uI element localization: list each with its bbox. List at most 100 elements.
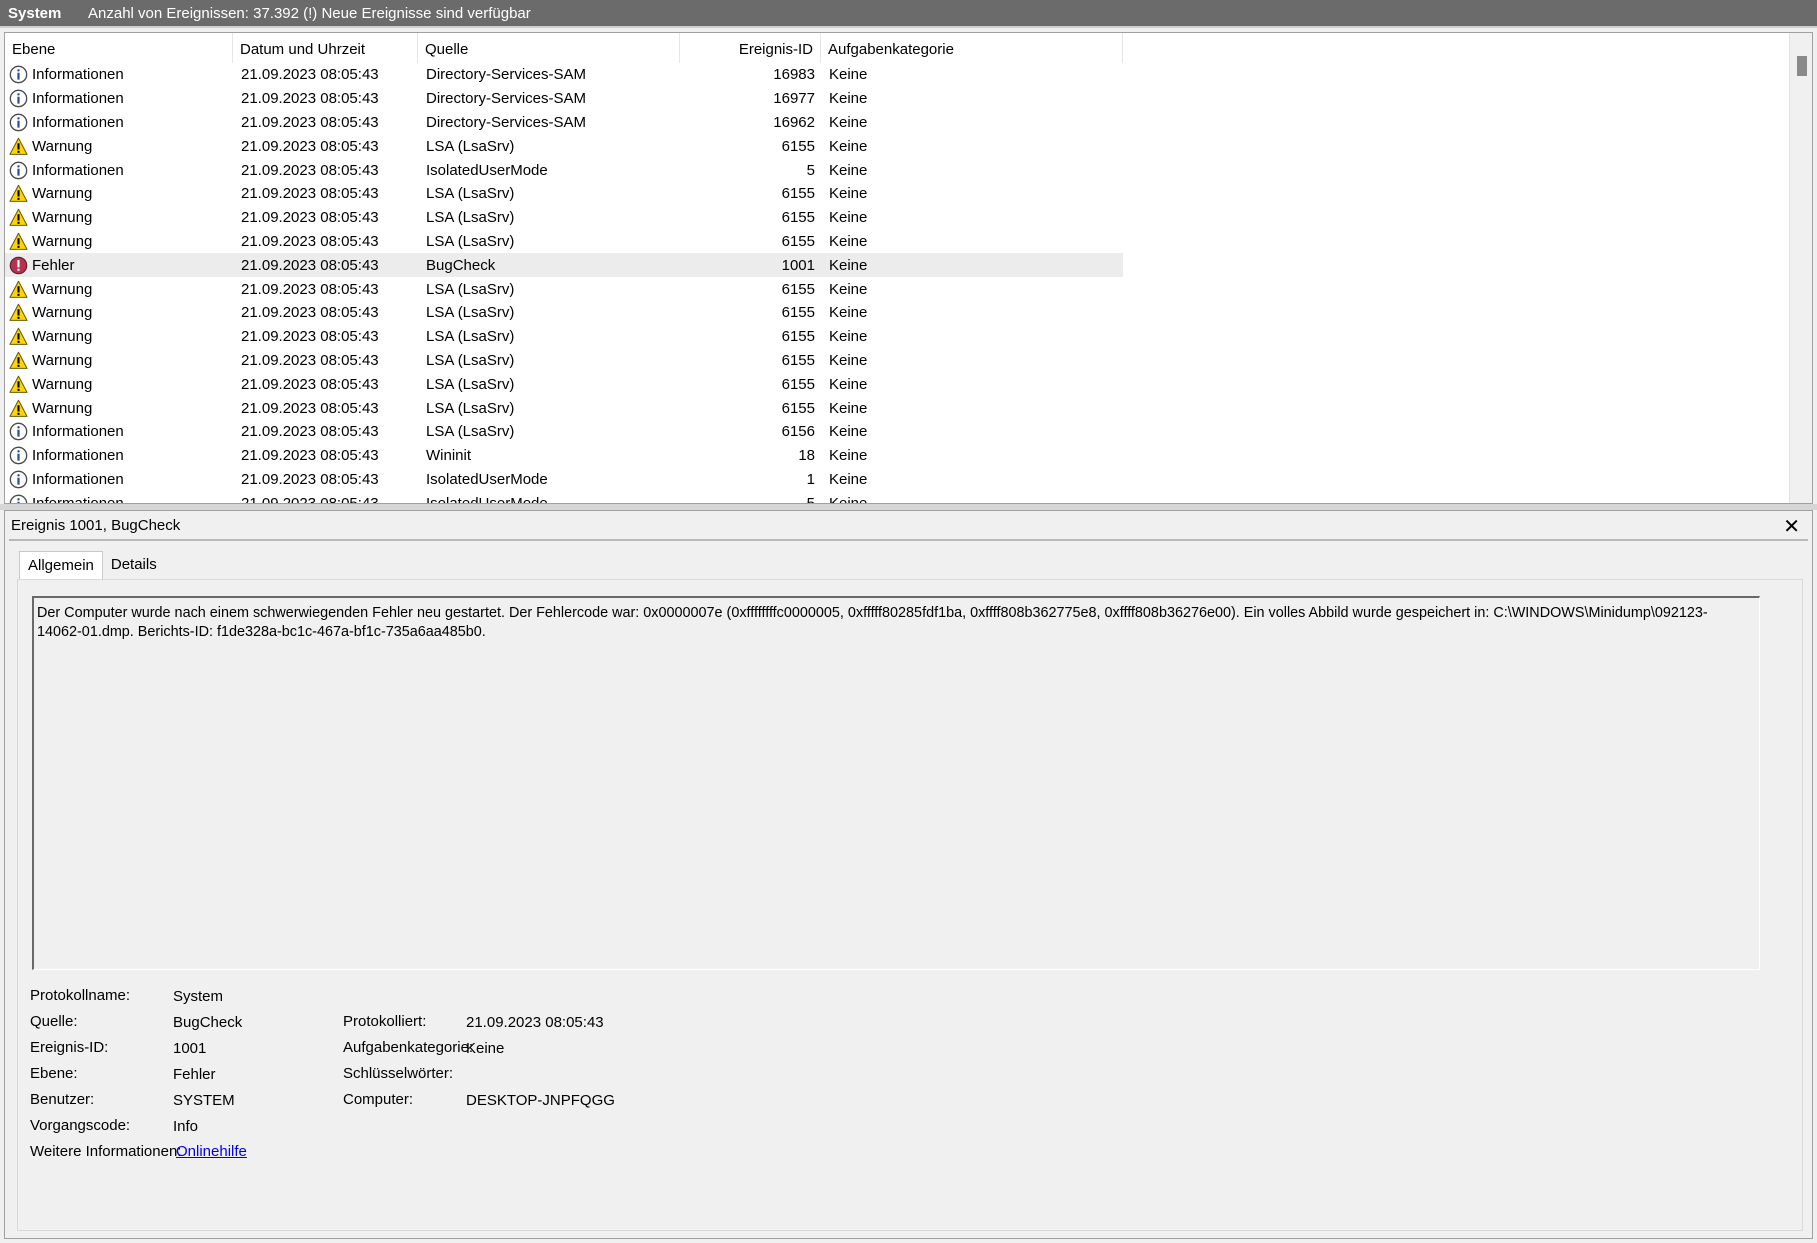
table-row[interactable]: Informationen 21.09.2023 08:05:43 Director… — [5, 87, 1123, 111]
cell-source: IsolatedUserMode — [426, 494, 548, 504]
cell-category: Keine — [829, 304, 868, 322]
cell-level: Informationen — [5, 113, 233, 132]
column-header-category[interactable]: Aufgabenkategorie — [821, 33, 1123, 63]
cell-source: IsolatedUserMode — [426, 470, 548, 488]
warning-icon — [9, 184, 28, 203]
column-header-level[interactable]: Ebene — [5, 33, 233, 63]
cell-source: LSA (LsaSrv) — [426, 423, 515, 441]
info-icon — [9, 161, 28, 180]
cell-level: Informationen — [5, 161, 233, 180]
cell-level-text: Warnung — [32, 280, 93, 298]
table-row[interactable]: Informationen 21.09.2023 08:05:43 Director… — [5, 111, 1123, 135]
label-source: Quelle: — [30, 1013, 78, 1030]
table-row[interactable]: Warnung 21.09.2023 08:05:43 LSA (LsaSrv) 61… — [5, 301, 1123, 325]
cell-level: Warnung — [5, 184, 233, 203]
cell-source: Wininit — [426, 447, 472, 465]
value-computer: DESKTOP-JNPFQGG — [466, 1092, 615, 1109]
cell-category: Keine — [829, 494, 868, 504]
event-message-box[interactable]: Der Computer wurde nach einem schwerwieg… — [32, 596, 1760, 970]
cell-category: Keine — [829, 113, 868, 131]
cell-level: Warnung — [5, 280, 233, 299]
cell-source: LSA (LsaSrv) — [426, 399, 515, 417]
table-row[interactable]: Informationen 21.09.2023 08:05:43 LSA (Lsa… — [5, 420, 1123, 444]
detail-title: Ereignis 1001, BugCheck — [11, 517, 181, 534]
table-row[interactable]: Warnung 21.09.2023 08:05:43 LSA (LsaSrv) 61… — [5, 182, 1123, 206]
close-icon[interactable]: ✕ — [1783, 514, 1800, 539]
cell-category: Keine — [829, 470, 868, 488]
table-row[interactable]: Informationen 21.09.2023 08:05:43 Wininit 1… — [5, 444, 1123, 468]
online-help-link[interactable]: Onlinehilfe — [176, 1143, 247, 1160]
table-row[interactable]: Informationen 21.09.2023 08:05:43 Director… — [5, 63, 1123, 87]
cell-datetime: 21.09.2023 08:05:43 — [241, 66, 379, 84]
table-row[interactable]: Warnung 21.09.2023 08:05:43 LSA (LsaSrv) 61… — [5, 230, 1123, 254]
info-icon — [9, 89, 28, 108]
cell-category: Keine — [829, 209, 868, 227]
cell-source: LSA (LsaSrv) — [426, 137, 515, 155]
cell-datetime: 21.09.2023 08:05:43 — [241, 185, 379, 203]
table-row[interactable]: Warnung 21.09.2023 08:05:43 LSA (LsaSrv) 61… — [5, 396, 1123, 420]
cell-source: LSA (LsaSrv) — [426, 209, 515, 227]
cell-level-text: Warnung — [32, 185, 93, 203]
cell-level: Warnung — [5, 208, 233, 227]
value-log-name: System — [173, 988, 224, 1005]
cell-event-id: 6155 — [781, 209, 815, 227]
cell-level-text: Informationen — [32, 90, 124, 108]
cell-event-id: 5 — [806, 161, 815, 179]
cell-datetime: 21.09.2023 08:05:43 — [241, 256, 379, 274]
table-row[interactable]: Informationen 21.09.2023 08:05:43 Isolated… — [5, 158, 1123, 182]
table-row[interactable]: Informationen 21.09.2023 08:05:43 Isolated… — [5, 491, 1123, 504]
cell-source: LSA (LsaSrv) — [426, 328, 515, 346]
table-row[interactable]: Warnung 21.09.2023 08:05:43 LSA (LsaSrv) 61… — [5, 206, 1123, 230]
column-header-datetime[interactable]: Datum und Uhrzeit — [233, 33, 418, 63]
detail-tabs: Allgemein Details — [19, 551, 165, 580]
cell-level-text: Warnung — [32, 375, 93, 393]
event-list-scrollbar[interactable] — [1789, 33, 1812, 503]
cell-level-text: Warnung — [32, 351, 93, 369]
tab-details[interactable]: Details — [103, 551, 165, 579]
table-row[interactable]: Warnung 21.09.2023 08:05:43 LSA (LsaSrv) 61… — [5, 372, 1123, 396]
value-user: SYSTEM — [173, 1092, 235, 1109]
cell-datetime: 21.09.2023 08:05:43 — [241, 470, 379, 488]
label-keywords: Schlüsselwörter: — [343, 1065, 454, 1082]
table-row[interactable]: Fehler 21.09.2023 08:05:43 BugCheck 1001 Kei… — [5, 253, 1123, 278]
cell-level-text: Warnung — [32, 137, 93, 155]
cell-source: LSA (LsaSrv) — [426, 351, 515, 369]
event-detail-pane: Ereignis 1001, BugCheck ✕ Allgemein Deta… — [4, 510, 1813, 1239]
label-log-name: Protokollname: — [30, 987, 131, 1004]
warning-icon — [9, 137, 28, 156]
cell-datetime: 21.09.2023 08:05:43 — [241, 399, 379, 417]
table-row[interactable]: Warnung 21.09.2023 08:05:43 LSA (LsaSrv) 61… — [5, 277, 1123, 301]
table-row[interactable]: Warnung 21.09.2023 08:05:43 LSA (LsaSrv) 61… — [5, 349, 1123, 373]
cell-event-id: 16983 — [773, 66, 815, 84]
tab-allgemein[interactable]: Allgemein — [19, 551, 103, 580]
cell-datetime: 21.09.2023 08:05:43 — [241, 304, 379, 322]
table-row[interactable]: Warnung 21.09.2023 08:05:43 LSA (LsaSrv) 61… — [5, 134, 1123, 158]
warning-icon — [9, 375, 28, 394]
cell-category: Keine — [829, 256, 868, 274]
event-count-text: Anzahl von Ereignissen: 37.392 (!) Neue … — [88, 4, 531, 22]
cell-source: Directory-Services-SAM — [426, 90, 587, 108]
cell-datetime: 21.09.2023 08:05:43 — [241, 113, 379, 131]
info-icon — [9, 422, 28, 441]
cell-source: LSA (LsaSrv) — [426, 304, 515, 322]
cell-datetime: 21.09.2023 08:05:43 — [241, 209, 379, 227]
label-level: Ebene: — [30, 1065, 78, 1082]
cell-category: Keine — [829, 423, 868, 441]
scrollbar-thumb[interactable] — [1797, 56, 1807, 76]
table-row[interactable]: Informationen 21.09.2023 08:05:43 Isolated… — [5, 468, 1123, 492]
table-row[interactable]: Warnung 21.09.2023 08:05:43 LSA (LsaSrv) 61… — [5, 325, 1123, 349]
column-header-source[interactable]: Quelle — [418, 33, 680, 63]
label-event-id: Ereignis-ID: — [30, 1039, 109, 1056]
event-list[interactable]: Ebene Datum und Uhrzeit Quelle Ereignis-… — [4, 32, 1813, 504]
cell-level-text: Informationen — [32, 447, 124, 465]
title-bar: System Anzahl von Ereignissen: 37.392 (!… — [0, 0, 1817, 26]
cell-level: Warnung — [5, 303, 233, 322]
cell-level-text: Informationen — [32, 470, 124, 488]
cell-level-text: Warnung — [32, 399, 93, 417]
cell-category: Keine — [829, 375, 868, 393]
value-event-id: 1001 — [173, 1040, 207, 1057]
cell-event-id: 6155 — [781, 375, 815, 393]
value-logged: 21.09.2023 08:05:43 — [466, 1014, 604, 1031]
column-header-event-id[interactable]: Ereignis-ID — [680, 33, 821, 63]
cell-category: Keine — [829, 447, 868, 465]
